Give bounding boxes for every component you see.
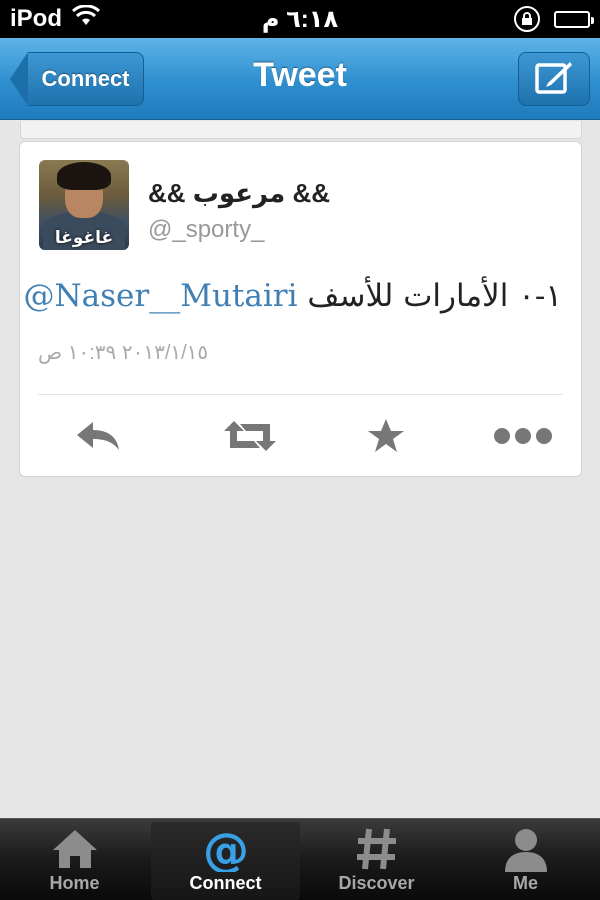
- tab-home-label: Home: [49, 873, 100, 893]
- clock: ٦:١٨ م: [261, 5, 339, 33]
- tweet-card: غاغوغا && مرعوب && @_sporty_ @Naser__Mut…: [19, 141, 582, 477]
- mention-link[interactable]: @Naser__Mutairi: [24, 278, 298, 314]
- more-button[interactable]: [493, 418, 553, 458]
- tab-connect[interactable]: @ Connect: [151, 822, 300, 900]
- tweet-timestamp: ٢٠١٣/١/١٥ ١٠:٣٩ ص: [38, 342, 209, 364]
- previous-item-edge: [20, 121, 582, 139]
- star-icon: [367, 418, 405, 459]
- favorite-button[interactable]: [356, 418, 416, 458]
- battery-icon: [554, 10, 594, 28]
- tweet-text-body: ١-٠ الأمارات للأسف: [307, 278, 562, 314]
- tab-me[interactable]: Me: [451, 819, 600, 900]
- tweet-text: @Naser__Mutairi ١-٠ الأمارات للأسف: [24, 278, 562, 314]
- home-icon: [51, 825, 99, 873]
- content-area: غاغوغا && مرعوب && @_sporty_ @Naser__Mut…: [0, 121, 600, 818]
- navigation-bar: Connect Tweet: [0, 38, 600, 120]
- tab-home[interactable]: Home: [0, 819, 149, 900]
- avatar[interactable]: غاغوغا: [39, 160, 129, 250]
- status-bar: iPod ٦:١٨ م: [0, 0, 600, 38]
- tweet-actions: [38, 418, 563, 458]
- more-icon: [493, 426, 553, 451]
- tab-me-label: Me: [512, 873, 538, 893]
- divider: [38, 394, 563, 395]
- display-name[interactable]: && مرعوب &&: [148, 178, 330, 209]
- compose-icon: [534, 59, 574, 100]
- reply-button[interactable]: [68, 418, 128, 458]
- at-icon: @: [202, 825, 250, 873]
- tab-bar: Home @ Connect Discover Me: [0, 818, 600, 900]
- svg-text:@: @: [203, 826, 249, 872]
- retweet-icon: [222, 419, 278, 458]
- reply-icon: [75, 420, 121, 457]
- avatar-caption: غاغوغا: [54, 228, 114, 247]
- compose-button[interactable]: [518, 52, 590, 106]
- hash-icon: [355, 825, 399, 873]
- user-handle[interactable]: @_sporty_: [148, 216, 264, 244]
- tab-discover-label: Discover: [338, 873, 415, 893]
- page-title: Tweet: [253, 56, 347, 94]
- person-icon: [502, 825, 550, 873]
- retweet-button[interactable]: [220, 418, 280, 458]
- tab-discover[interactable]: Discover: [302, 819, 451, 900]
- tab-connect-label: Connect: [189, 873, 262, 893]
